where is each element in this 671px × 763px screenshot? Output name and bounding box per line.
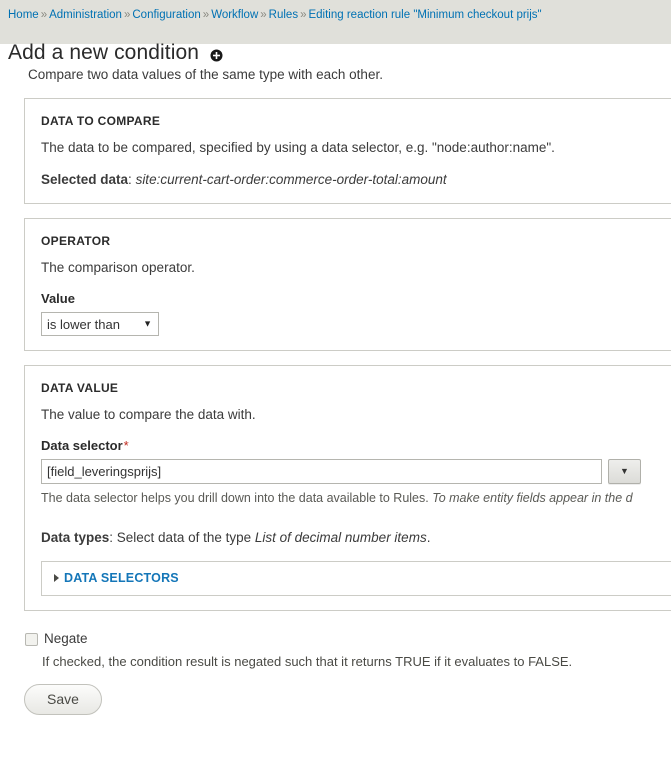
breadcrumb-item-workflow[interactable]: Workflow — [211, 9, 258, 21]
breadcrumb-separator: » — [123, 9, 131, 21]
data-value-description: The value to compare the data with. — [41, 407, 256, 422]
selected-data-row: Selected data: site:current-cart-order:c… — [41, 171, 671, 189]
data-types-row: Data types: Select data of the type List… — [41, 529, 671, 547]
fieldset-legend-data-to-compare: DATA TO COMPARE — [41, 114, 161, 128]
plus-circle-icon[interactable] — [210, 49, 223, 62]
data-selector-label: Data selector* — [41, 438, 671, 454]
negate-label[interactable]: Negate — [44, 631, 88, 647]
breadcrumb-separator: » — [40, 9, 48, 21]
fieldset-legend-operator: OPERATOR — [41, 234, 111, 248]
help-text-italic: To make entity fields appear in the d — [432, 491, 633, 505]
breadcrumb-separator: » — [260, 9, 267, 21]
triangle-right-icon — [54, 574, 59, 582]
page-header: Home» Administration» Configuration» Workfl… — [0, 0, 671, 64]
fieldset-legend-data-value: DATA VALUE — [41, 381, 119, 395]
breadcrumb-item-editing-reaction-rule[interactable]: Editing reaction rule "Minimum checkout … — [308, 9, 541, 21]
data-selector-row: ▼ — [41, 459, 671, 484]
data-types-label: Data types — [41, 530, 110, 545]
operator-description: The comparison operator. — [41, 260, 195, 275]
selected-data-label: Selected data — [41, 172, 129, 187]
operator-select[interactable]: is lower than — [41, 312, 159, 336]
selected-data-value: site:current-cart-order:commerce-order-t… — [135, 172, 447, 187]
help-text-plain: The data selector helps you drill down i… — [41, 491, 433, 505]
fieldset-operator: OPERATOR The comparison operator. Value … — [24, 218, 671, 351]
negate-checkbox[interactable] — [25, 632, 38, 646]
data-selector-dropdown-button[interactable]: ▼ — [608, 459, 641, 484]
breadcrumb-separator: » — [202, 9, 210, 21]
main-content: Compare two data values of the same type… — [0, 44, 671, 715]
page-title-row: Add a new condition — [0, 23, 671, 80]
chevron-down-icon: ▼ — [620, 466, 629, 476]
operator-select-wrapper: is lower than ▼ — [41, 312, 159, 336]
data-types-end: . — [426, 530, 431, 545]
data-selectors-disclosure[interactable]: DATA SELECTORS — [54, 571, 671, 585]
breadcrumb-item-rules[interactable]: Rules — [269, 9, 298, 21]
breadcrumb-item-configuration[interactable]: Configuration — [132, 9, 200, 21]
data-types-value: List of decimal number items — [254, 530, 427, 545]
negate-description: If checked, the condition result is nega… — [42, 654, 573, 669]
breadcrumb: Home» Administration» Configuration» Workfl… — [0, 6, 671, 23]
breadcrumb-item-administration[interactable]: Administration — [49, 9, 122, 21]
data-to-compare-description: The data to be compared, specified by us… — [41, 140, 555, 155]
operator-value-label: Value — [41, 291, 75, 306]
page-title: Add a new condition — [8, 41, 200, 65]
breadcrumb-separator: » — [300, 9, 307, 21]
data-selector-label-text: Data selector — [41, 438, 123, 453]
fieldset-data-value: DATA VALUE The value to compare the data… — [24, 365, 671, 611]
data-types-separator: : Select data of the type — [109, 530, 255, 545]
breadcrumb-item-home[interactable]: Home — [8, 9, 39, 21]
selected-data-separator: : — [128, 172, 136, 187]
data-selector-input[interactable] — [41, 459, 602, 484]
required-marker: * — [123, 438, 129, 453]
data-selectors-label: DATA SELECTORS — [64, 571, 179, 585]
fieldset-data-selectors: DATA SELECTORS — [41, 561, 671, 596]
negate-row: Negate — [25, 631, 671, 647]
data-selector-help-text: The data selector helps you drill down i… — [41, 490, 671, 507]
fieldset-data-to-compare: DATA TO COMPARE The data to be compared,… — [24, 98, 671, 204]
save-button[interactable]: Save — [24, 684, 102, 715]
